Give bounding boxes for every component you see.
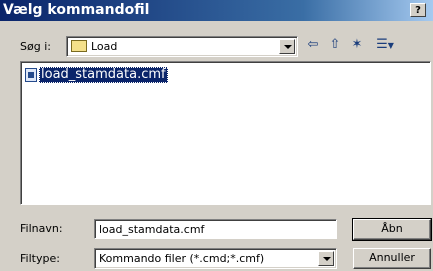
file-list[interactable]: load_stamdata.cmf [20,61,431,205]
filetype-label: Filtype: [20,252,60,265]
lookin-dropdown-arrow[interactable] [279,39,295,54]
lookin-label: Søg i: [20,40,51,53]
help-button[interactable]: ? [410,3,426,17]
new-folder-icon[interactable]: ✶ [348,36,366,54]
filename-value: load_stamdata.cmf [99,223,205,236]
filetype-dropdown-arrow[interactable] [318,251,334,266]
file-icon [25,68,37,82]
filename-label: Filnavn: [20,222,63,235]
folder-icon [71,40,87,52]
open-button[interactable]: Åbn [352,218,432,241]
lookin-value: Load [91,40,118,53]
up-folder-icon[interactable]: ⇧ [326,36,344,54]
filetype-value: Kommando filer (*.cmd;*.cmf) [99,252,265,265]
file-name: load_stamdata.cmf [39,67,168,83]
back-icon[interactable]: ⇦ [304,36,322,54]
view-menu-icon[interactable]: ☰▼ [372,36,398,54]
filetype-combobox[interactable]: Kommando filer (*.cmd;*.cmf) [94,248,337,269]
list-item[interactable]: load_stamdata.cmf [25,67,168,83]
window-title: Vælg kommandofil [3,2,150,18]
lookin-combobox[interactable]: Load [66,36,298,57]
cancel-button[interactable]: Annuller [353,248,431,269]
title-bar: Vælg kommandofil ? [0,0,433,21]
filename-input[interactable]: load_stamdata.cmf [94,219,337,239]
